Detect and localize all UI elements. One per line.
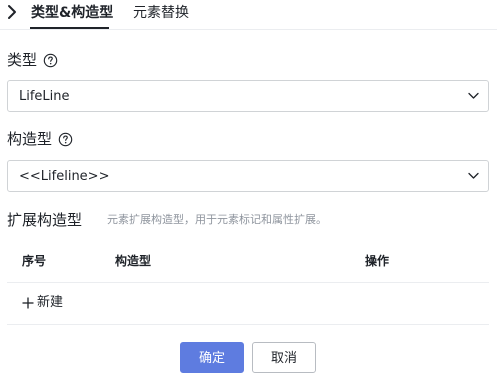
cancel-button[interactable]: 取消 — [252, 342, 316, 373]
type-select-value: LifeLine — [19, 89, 70, 104]
tab-bar: 类型&构造型 元素替换 — [0, 0, 497, 30]
extension-description: 元素扩展构造型，用于元素标记和属性扩展。 — [107, 213, 327, 226]
column-header-stereotype: 构造型 — [115, 254, 152, 268]
stereotype-select[interactable]: <<Lifeline>> — [7, 160, 489, 192]
chevron-down-icon — [468, 92, 479, 99]
tab-element-replace[interactable]: 元素替换 — [133, 4, 189, 22]
active-tab-indicator — [30, 27, 109, 29]
column-header-operations: 操作 — [365, 254, 390, 268]
tab-type-stereotype[interactable]: 类型&构造型 — [31, 4, 113, 22]
add-stereotype-button[interactable]: 新建 — [22, 295, 63, 311]
stereotype-label-text: 构造型 — [7, 130, 53, 148]
extension-table-header: 序号 构造型 操作 — [7, 241, 489, 283]
add-stereotype-label: 新建 — [37, 295, 64, 310]
type-label-text: 类型 — [7, 51, 38, 69]
add-row: 新建 — [7, 284, 489, 325]
plus-icon — [22, 297, 34, 309]
column-header-index: 序号 — [22, 254, 47, 268]
type-label: 类型 — [7, 50, 58, 70]
help-icon[interactable] — [58, 132, 73, 147]
confirm-button[interactable]: 确定 — [180, 342, 244, 373]
chevron-down-icon — [468, 172, 479, 179]
type-select[interactable]: LifeLine — [7, 80, 489, 112]
extension-stereotype-title: 扩展构造型 — [7, 211, 83, 229]
stereotype-label: 构造型 — [7, 129, 73, 149]
chevron-left-icon[interactable] — [5, 4, 19, 20]
help-icon[interactable] — [43, 53, 58, 68]
stereotype-select-value: <<Lifeline>> — [19, 169, 110, 184]
